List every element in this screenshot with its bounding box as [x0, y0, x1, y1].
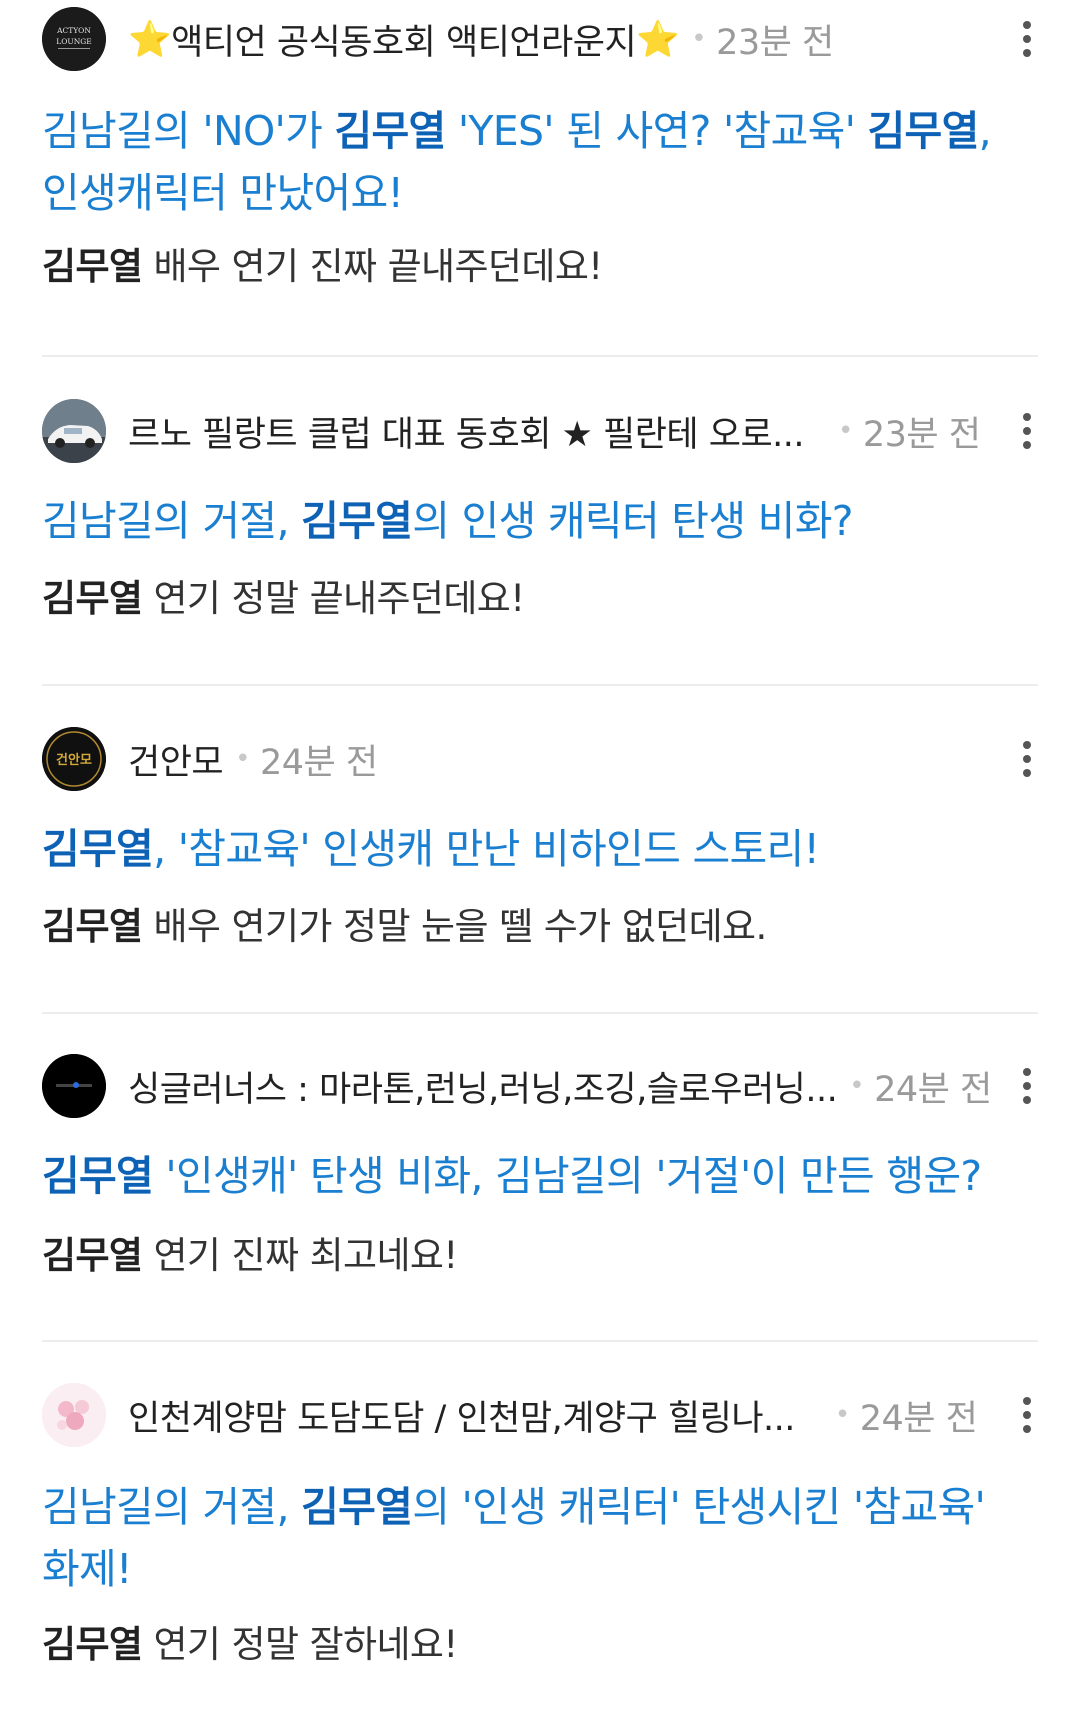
post-item[interactable]: 르노 필랑트 클럽 대표 동호회 ★ 필란테 오로... • 23분 전 김남길의 … [42, 398, 1040, 624]
divider [42, 1012, 1038, 1014]
post-excerpt[interactable]: 김무열 연기 진짜 최고네요! [42, 1231, 1040, 1281]
post-meta: ⭐ 액티언 공식동호회 액티언라운지 ⭐ • 23분 전 [128, 14, 834, 65]
post-time: 24분 전 [859, 1398, 978, 1439]
post-excerpt[interactable]: 김무열 연기 정말 잘하네요! [42, 1620, 1040, 1670]
dot-separator: • [838, 416, 853, 446]
post-title[interactable]: 김남길의 거절, 김무열의 '인생 캐릭터' 탄생시킨 '참교육' 화제! [42, 1476, 1032, 1600]
post-item[interactable]: 건안모 건안모 • 24분 전 김무열, '참교육' 인생캐 만난 비하인드 스토리… [42, 726, 1040, 952]
post-item[interactable]: 인천계양맘 도담도담 / 인천맘,계양구 힐링나... • 24분 전 김남길의 거… [42, 1382, 1040, 1670]
car-photo-icon [42, 399, 106, 463]
flower-logo-icon [42, 1383, 106, 1447]
svg-text:건안모: 건안모 [56, 752, 92, 768]
post-time: 24분 전 [874, 1069, 992, 1110]
post-item[interactable]: 싱글러너스 : 마라톤,런닝,러닝,조깅,슬로우러닝... • 24분 전 김무열 … [42, 1053, 1040, 1281]
more-vertical-icon[interactable] [1012, 1061, 1042, 1111]
post-meta: 르노 필랑트 클럽 대표 동호회 ★ 필란테 오로... • 23분 전 [128, 406, 981, 457]
post-time: 24분 전 [259, 742, 378, 783]
post-header: ACTYON LOUNGE ⭐ 액티언 공식동호회 액티언라운지 ⭐ • 23분 전 [42, 6, 1040, 72]
cafe-name[interactable]: 싱글러너스 : 마라톤,런닝,러닝,조깅,슬로우러닝... [128, 1061, 837, 1112]
more-vertical-icon[interactable] [1012, 1390, 1042, 1440]
post-title[interactable]: 김남길의 'NO'가 김무열 'YES' 된 사연? '참교육' 김무열, 인생… [42, 100, 1032, 224]
cafe-avatar[interactable] [42, 1383, 106, 1447]
post-excerpt[interactable]: 김무열 배우 연기가 정말 눈을 뗄 수가 없던데요. [42, 902, 1040, 952]
post-header: 인천계양맘 도담도담 / 인천맘,계양구 힐링나... • 24분 전 [42, 1382, 1040, 1448]
cafe-name[interactable]: 르노 필랑트 클럽 대표 동호회 ★ 필란테 오로... [128, 406, 804, 457]
post-meta: 건안모 • 24분 전 [128, 734, 378, 785]
post-excerpt[interactable]: 김무열 연기 정말 끝내주던데요! [42, 574, 1040, 624]
post-title[interactable]: 김무열, '참교육' 인생캐 만난 비하인드 스토리! [42, 818, 1040, 880]
dot-separator: • [834, 1400, 850, 1430]
divider [42, 684, 1038, 686]
more-vertical-icon[interactable] [1012, 406, 1042, 456]
post-title[interactable]: 김남길의 거절, 김무열의 인생 캐릭터 탄생 비화? [42, 490, 1040, 552]
svg-text:ACTYON: ACTYON [56, 26, 91, 35]
cafe-name[interactable]: 인천계양맘 도담도담 / 인천맘,계양구 힐링나... [128, 1390, 795, 1441]
post-header: 건안모 건안모 • 24분 전 [42, 726, 1040, 792]
cafe-avatar[interactable]: 건안모 [42, 727, 106, 791]
dot-separator: • [849, 1071, 865, 1101]
dot-separator: • [235, 744, 250, 774]
post-meta: 싱글러너스 : 마라톤,런닝,러닝,조깅,슬로우러닝... • 24분 전 [128, 1061, 992, 1112]
divider [42, 1340, 1038, 1342]
divider [42, 355, 1038, 357]
post-meta: 인천계양맘 도담도담 / 인천맘,계양구 힐링나... • 24분 전 [128, 1390, 978, 1441]
post-time: 23분 전 [716, 22, 834, 63]
post-item[interactable]: ACTYON LOUNGE ⭐ 액티언 공식동호회 액티언라운지 ⭐ • 23분 전 김… [42, 6, 1040, 292]
cafe-name[interactable]: 건안모 [128, 734, 223, 785]
health-logo-icon: 건안모 [42, 727, 106, 791]
post-header: 싱글러너스 : 마라톤,런닝,러닝,조깅,슬로우러닝... • 24분 전 [42, 1053, 1040, 1119]
cafe-avatar[interactable]: ACTYON LOUNGE [42, 7, 106, 71]
cafe-name[interactable]: 액티언 공식동호회 액티언라운지 [171, 14, 636, 65]
actyon-logo-icon: ACTYON LOUNGE [42, 7, 106, 71]
svg-text:LOUNGE: LOUNGE [56, 37, 91, 46]
runners-logo-icon [42, 1054, 106, 1118]
star-icon: ⭐ [636, 19, 680, 60]
post-time: 23분 전 [862, 414, 981, 455]
search-result-feed: ACTYON LOUNGE ⭐ 액티언 공식동호회 액티언라운지 ⭐ • 23분 전 김… [0, 0, 1080, 1710]
dot-separator: • [691, 24, 707, 54]
more-vertical-icon[interactable] [1012, 734, 1042, 784]
post-excerpt[interactable]: 김무열 배우 연기 진짜 끝내주던데요! [42, 242, 1040, 292]
more-vertical-icon[interactable] [1012, 14, 1042, 64]
post-header: 르노 필랑트 클럽 대표 동호회 ★ 필란테 오로... • 23분 전 [42, 398, 1040, 464]
cafe-avatar[interactable] [42, 1054, 106, 1118]
cafe-avatar[interactable] [42, 399, 106, 463]
post-title[interactable]: 김무열 '인생캐' 탄생 비화, 김남길의 '거절'이 만든 행운? [42, 1145, 1040, 1207]
star-icon: ⭐ [128, 19, 172, 60]
